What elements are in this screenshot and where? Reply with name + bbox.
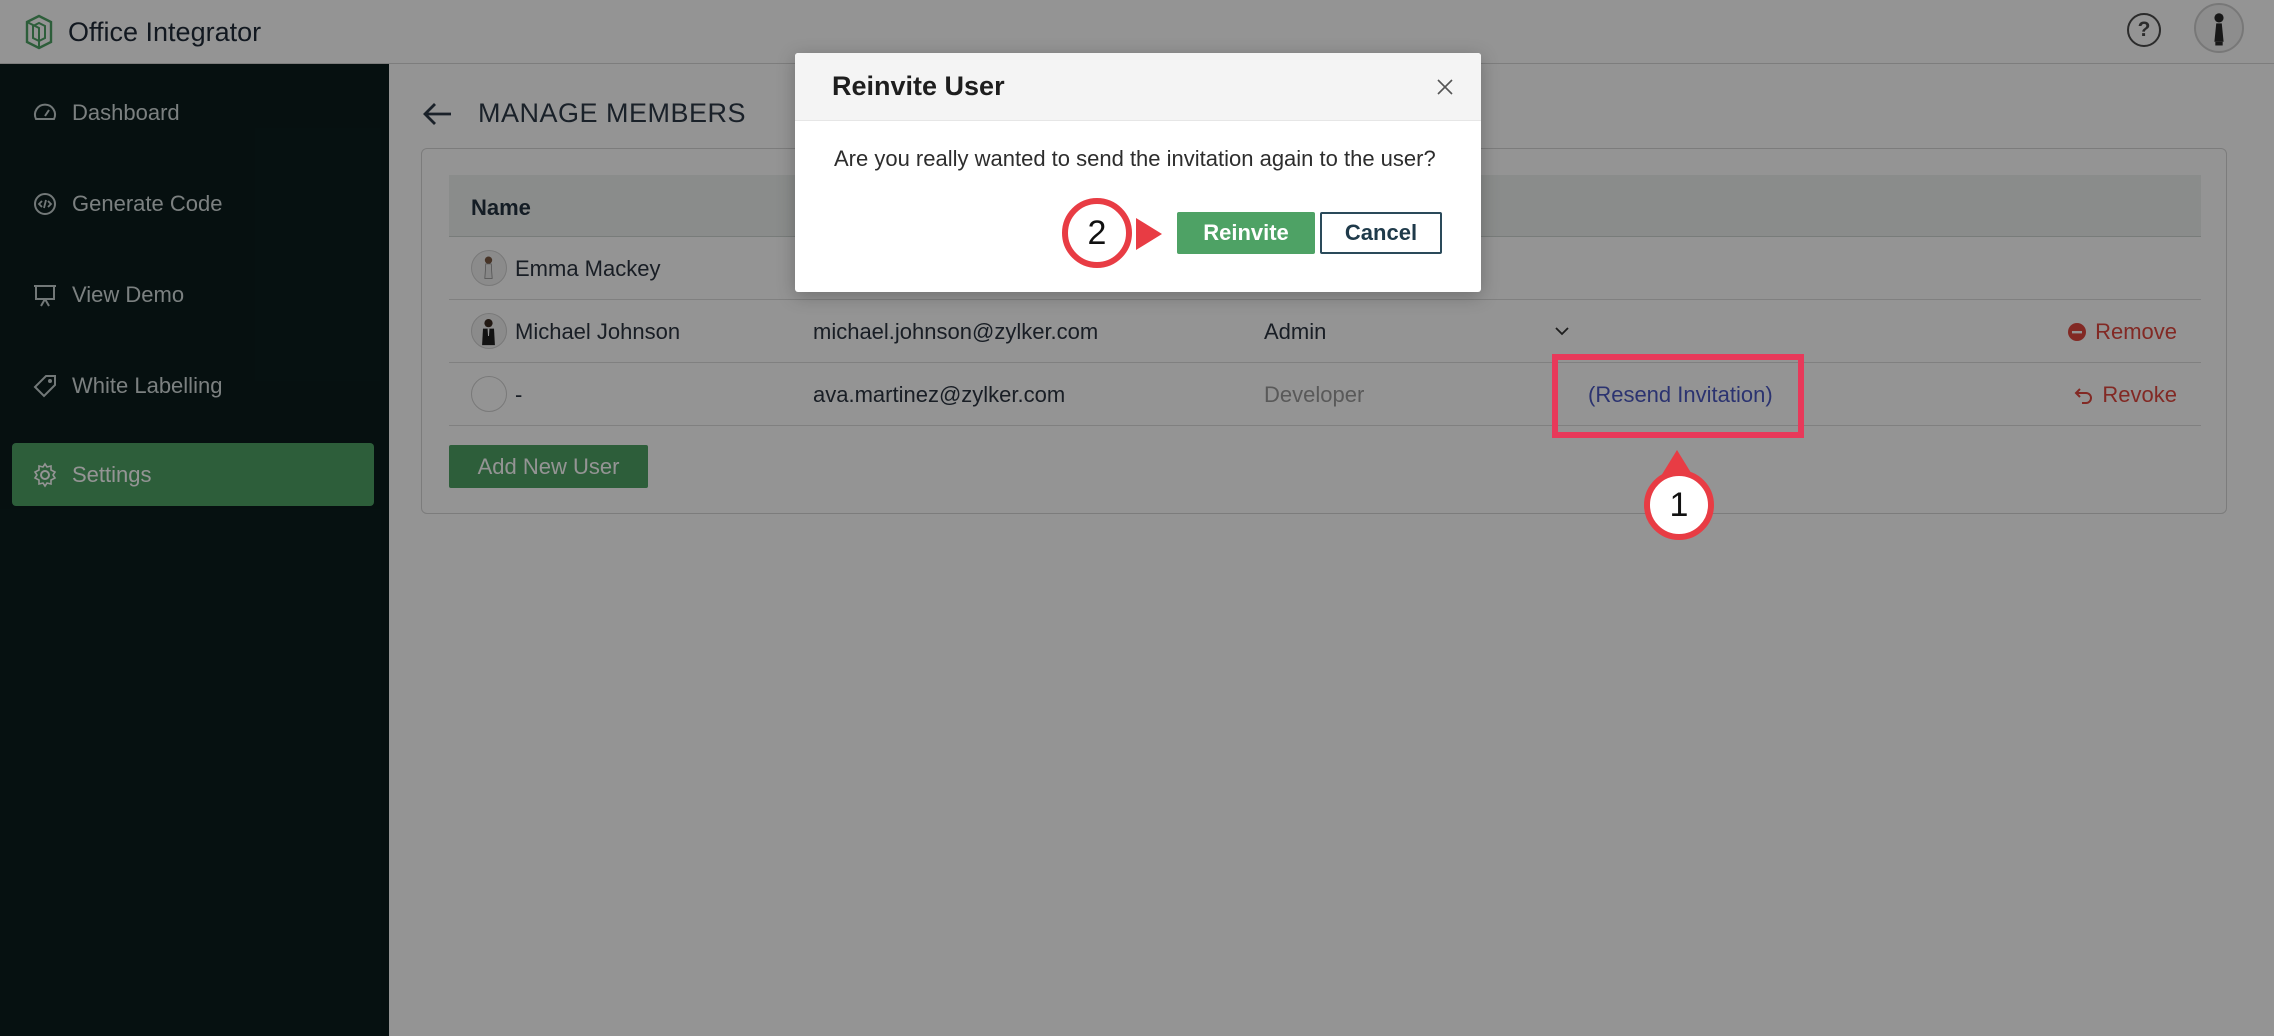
step-2-callout: 2 bbox=[1062, 198, 1132, 268]
cancel-button[interactable]: Cancel bbox=[1320, 212, 1442, 254]
highlight-box bbox=[1552, 354, 1804, 438]
dialog-message: Are you really wanted to send the invita… bbox=[834, 146, 1436, 171]
reinvite-dialog: Reinvite User Are you really wanted to s… bbox=[795, 53, 1481, 292]
close-icon[interactable] bbox=[1435, 77, 1455, 97]
dialog-header: Reinvite User bbox=[795, 53, 1481, 121]
reinvite-button[interactable]: Reinvite bbox=[1177, 212, 1315, 254]
callout-pointer bbox=[1136, 218, 1162, 250]
step-1-callout: 1 bbox=[1644, 470, 1714, 540]
dialog-title: Reinvite User bbox=[832, 71, 1005, 101]
